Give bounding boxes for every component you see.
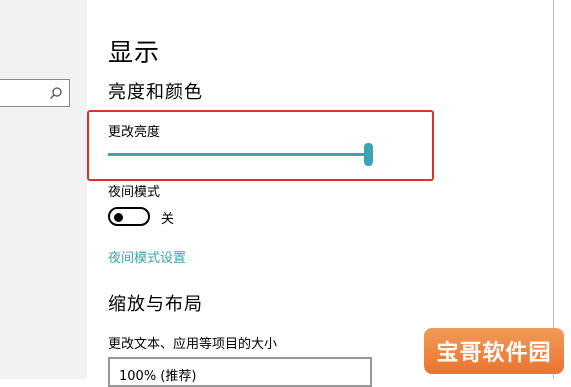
watermark-logo: 宝哥软件园: [424, 328, 564, 374]
section-title-scale-layout: 缩放与布局: [108, 294, 203, 315]
sidebar: [0, 0, 87, 379]
night-mode-toggle[interactable]: [108, 207, 150, 226]
brightness-slider-thumb[interactable]: [364, 143, 373, 166]
night-mode-label: 夜间模式: [108, 185, 161, 200]
scale-dropdown[interactable]: 100% (推荐): [108, 357, 372, 387]
brightness-slider-track[interactable]: [108, 153, 370, 156]
night-mode-toggle-state: 关: [161, 212, 175, 227]
page-title: 显示: [108, 38, 161, 67]
search-input[interactable]: [0, 79, 70, 107]
toggle-knob: [114, 212, 123, 222]
night-mode-settings-link[interactable]: 夜间模式设置: [108, 247, 186, 266]
scale-label: 更改文本、应用等项目的大小: [108, 337, 278, 352]
section-title-brightness-color: 亮度和颜色: [108, 82, 203, 103]
divider: [553, 0, 554, 379]
watermark-text: 宝哥软件园: [436, 341, 552, 366]
scale-dropdown-value: 100% (推荐): [119, 369, 197, 384]
search-icon: [50, 87, 62, 99]
brightness-label: 更改亮度: [108, 125, 161, 140]
